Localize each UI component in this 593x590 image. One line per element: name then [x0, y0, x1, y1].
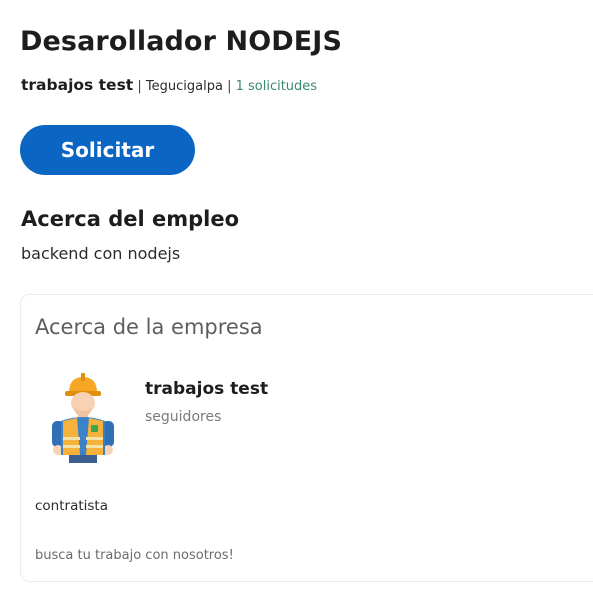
- meta-separator: |: [227, 79, 232, 94]
- job-title: Desarollador NODEJS: [20, 26, 342, 57]
- about-company-card: Acerca de la empresa trabajos test segui…: [20, 294, 593, 582]
- company-industry: contratista: [35, 498, 108, 514]
- applications-count: 1 solicitudes: [235, 79, 318, 94]
- about-job-heading: Acerca del empleo: [21, 207, 240, 231]
- job-location: Tegucigalpa: [145, 79, 223, 94]
- followers-count: seguidores: [145, 409, 222, 425]
- construction-worker-icon: [52, 373, 114, 463]
- job-description: backend con nodejs: [21, 244, 181, 263]
- meta-separator: |: [137, 79, 142, 94]
- job-detail-page: Desarollador NODEJS trabajos test | Tegu…: [0, 0, 593, 590]
- company-name[interactable]: trabajos test: [145, 379, 268, 399]
- company-tagline: busca tu trabajo con nosotros!: [35, 548, 234, 563]
- job-meta: trabajos test | Tegucigalpa | 1 solicitu…: [21, 76, 317, 94]
- about-company-heading: Acerca de la empresa: [35, 315, 263, 339]
- apply-button[interactable]: Solicitar: [20, 125, 195, 175]
- job-company-name: trabajos test: [21, 76, 134, 94]
